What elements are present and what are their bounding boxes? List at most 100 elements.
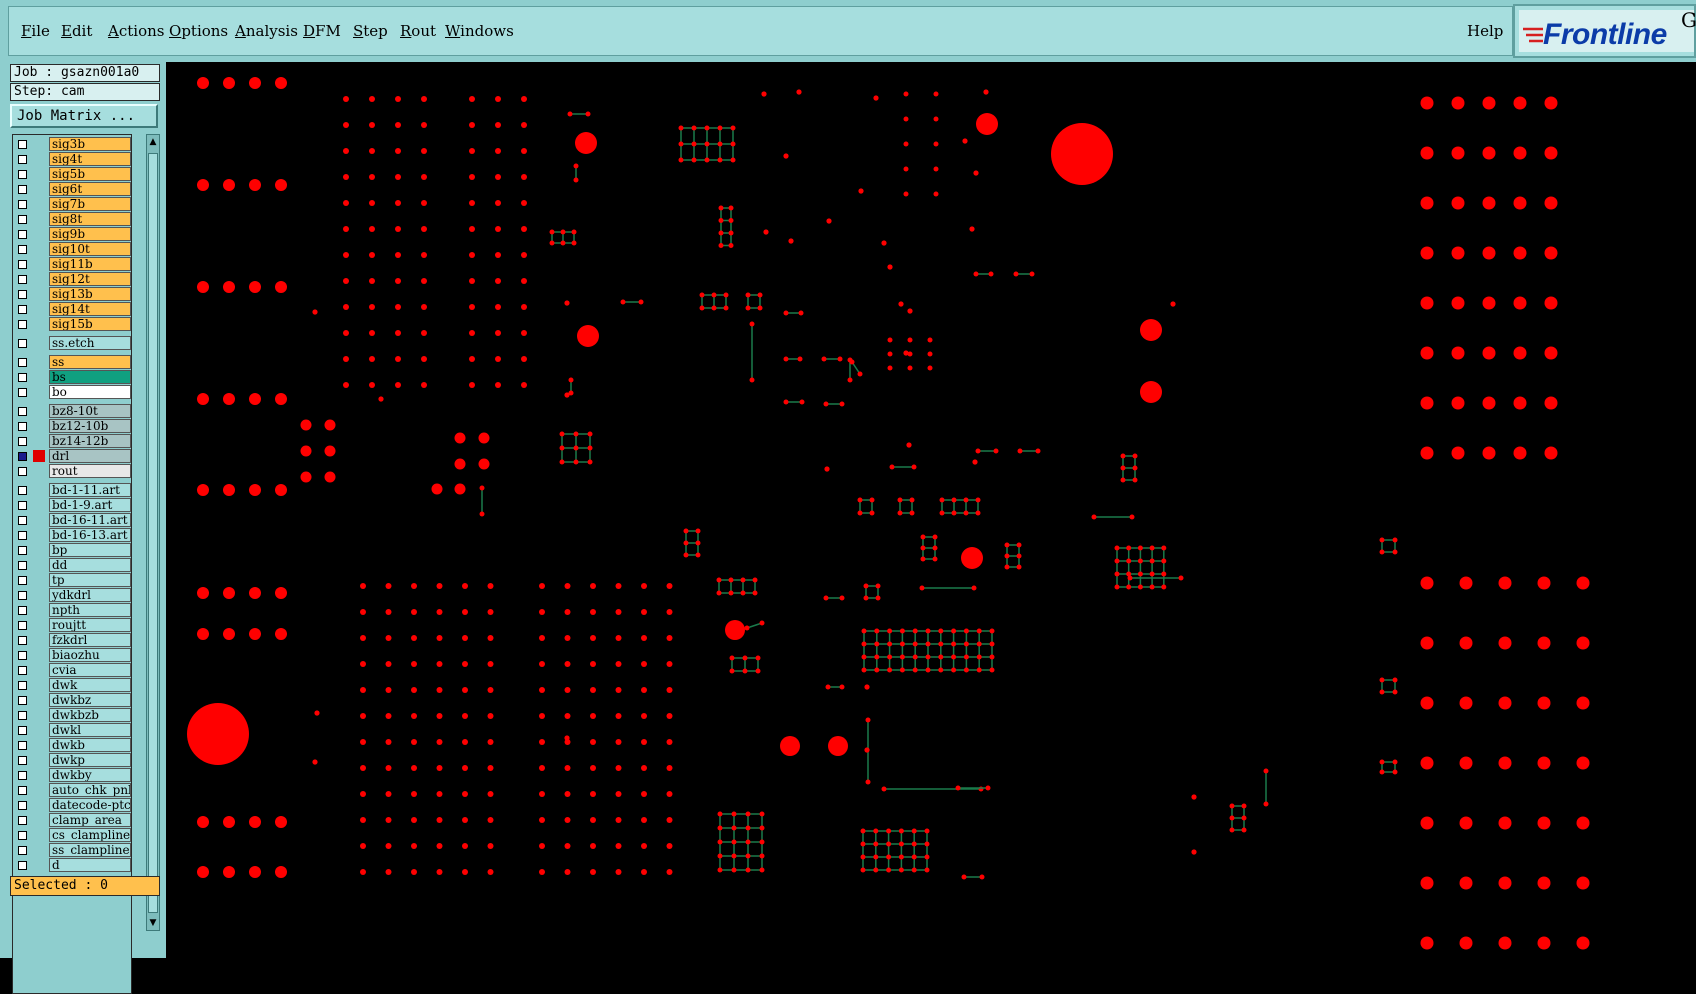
- layer-row[interactable]: sig7b: [15, 197, 131, 212]
- layer-checkbox[interactable]: [18, 561, 27, 570]
- layer-name[interactable]: sig15b: [49, 317, 131, 331]
- layer-name[interactable]: sig5b: [49, 167, 131, 181]
- layer-checkbox[interactable]: [18, 260, 27, 269]
- layer-row[interactable]: sig11b: [15, 257, 131, 272]
- layer-checkbox[interactable]: [18, 305, 27, 314]
- layer-checkbox[interactable]: [18, 771, 27, 780]
- layer-name[interactable]: bd-16-11.art: [49, 513, 131, 527]
- layer-checkbox[interactable]: [18, 531, 27, 540]
- layer-checkbox[interactable]: [18, 636, 27, 645]
- layer-row[interactable]: rout: [15, 464, 131, 479]
- layer-row[interactable]: ss.etch: [15, 336, 131, 351]
- layer-checkbox[interactable]: [18, 467, 27, 476]
- graphics-canvas[interactable]: [166, 62, 1696, 958]
- layer-row[interactable]: sig13b: [15, 287, 131, 302]
- layer-name[interactable]: dwk: [49, 678, 131, 692]
- layer-row[interactable]: sig5b: [15, 167, 131, 182]
- layer-checkbox[interactable]: [18, 200, 27, 209]
- layer-name[interactable]: ss: [49, 355, 131, 369]
- layer-row[interactable]: dwkbzb: [15, 708, 131, 723]
- layer-row[interactable]: cs_clampline: [15, 828, 131, 843]
- layer-name[interactable]: sig14t: [49, 302, 131, 316]
- layer-row[interactable]: dd: [15, 558, 131, 573]
- layer-row[interactable]: bd-1-9.art: [15, 498, 131, 513]
- layer-checkbox[interactable]: [18, 486, 27, 495]
- layer-row[interactable]: ss_clampline: [15, 843, 131, 858]
- layer-row[interactable]: auto_chk_pnl: [15, 783, 131, 798]
- layer-row[interactable]: fzkdrl: [15, 633, 131, 648]
- layer-name[interactable]: sig8t: [49, 212, 131, 226]
- layer-row[interactable]: biaozhu: [15, 648, 131, 663]
- layer-row[interactable]: clamp_area: [15, 813, 131, 828]
- layer-row[interactable]: datecode-ptc: [15, 798, 131, 813]
- menu-dfm[interactable]: DFM: [303, 22, 341, 40]
- layer-row[interactable]: sig14t: [15, 302, 131, 317]
- layer-row[interactable]: sig10t: [15, 242, 131, 257]
- layer-checkbox[interactable]: [18, 546, 27, 555]
- layer-row[interactable]: bo: [15, 385, 131, 400]
- menu-options[interactable]: Options: [169, 22, 228, 40]
- layer-checkbox[interactable]: [18, 861, 27, 870]
- layer-row[interactable]: bp: [15, 543, 131, 558]
- layer-name[interactable]: bd-16-13.art: [49, 528, 131, 542]
- layer-name[interactable]: bz12-10b: [49, 419, 131, 433]
- layer-checkbox[interactable]: [18, 290, 27, 299]
- layer-name[interactable]: dwkbzb: [49, 708, 131, 722]
- scroll-up-icon[interactable]: ▲: [148, 137, 158, 147]
- layer-checkbox[interactable]: [18, 846, 27, 855]
- menu-rout[interactable]: Rout: [400, 22, 436, 40]
- layer-checkbox[interactable]: [18, 320, 27, 329]
- layer-checkbox[interactable]: [18, 170, 27, 179]
- layer-row[interactable]: bd-16-11.art: [15, 513, 131, 528]
- scroll-down-icon[interactable]: ▼: [148, 918, 158, 928]
- layer-name[interactable]: tp: [49, 573, 131, 587]
- layer-name[interactable]: clamp_area: [49, 813, 131, 827]
- layer-checkbox[interactable]: [18, 741, 27, 750]
- layer-scrollbar[interactable]: ▲ ▼: [146, 134, 160, 931]
- layer-row[interactable]: dwkby: [15, 768, 131, 783]
- layer-name[interactable]: dwkb: [49, 738, 131, 752]
- layer-name[interactable]: sig7b: [49, 197, 131, 211]
- layer-checkbox[interactable]: [18, 339, 27, 348]
- layer-name[interactable]: bd-1-9.art: [49, 498, 131, 512]
- layer-row[interactable]: roujtt: [15, 618, 131, 633]
- layer-name[interactable]: dwkp: [49, 753, 131, 767]
- layer-checkbox[interactable]: [18, 185, 27, 194]
- menu-help[interactable]: Help: [1467, 22, 1503, 40]
- layer-checkbox[interactable]: [18, 696, 27, 705]
- layer-name[interactable]: bp: [49, 543, 131, 557]
- layer-name[interactable]: datecode-ptc: [49, 798, 131, 812]
- layer-checkbox[interactable]: [18, 576, 27, 585]
- layer-row[interactable]: dwkp: [15, 753, 131, 768]
- layer-checkbox[interactable]: [18, 373, 27, 382]
- layer-name[interactable]: cvia: [49, 663, 131, 677]
- layer-row[interactable]: d: [15, 858, 131, 873]
- layer-checkbox[interactable]: [18, 452, 27, 461]
- layer-checkbox[interactable]: [18, 358, 27, 367]
- layer-checkbox[interactable]: [18, 275, 27, 284]
- layer-checkbox[interactable]: [18, 501, 27, 510]
- layer-checkbox[interactable]: [18, 407, 27, 416]
- menu-edit[interactable]: Edit: [61, 22, 92, 40]
- layer-checkbox[interactable]: [18, 230, 27, 239]
- layer-row[interactable]: bz14-12b: [15, 434, 131, 449]
- layer-name[interactable]: ydkdrl: [49, 588, 131, 602]
- layer-checkbox[interactable]: [18, 831, 27, 840]
- layer-name[interactable]: npth: [49, 603, 131, 617]
- job-matrix-button[interactable]: Job Matrix ...: [10, 104, 158, 128]
- layer-checkbox[interactable]: [18, 786, 27, 795]
- layer-name[interactable]: roujtt: [49, 618, 131, 632]
- layer-row[interactable]: ydkdrl: [15, 588, 131, 603]
- layer-name[interactable]: bz14-12b: [49, 434, 131, 448]
- layer-name[interactable]: sig9b: [49, 227, 131, 241]
- scroll-thumb[interactable]: [148, 153, 158, 913]
- layer-checkbox[interactable]: [18, 801, 27, 810]
- layer-checkbox[interactable]: [18, 606, 27, 615]
- layer-name[interactable]: dwkby: [49, 768, 131, 782]
- layer-name[interactable]: sig4t: [49, 152, 131, 166]
- layer-name[interactable]: dd: [49, 558, 131, 572]
- layer-row[interactable]: dwkbz: [15, 693, 131, 708]
- layer-checkbox[interactable]: [18, 651, 27, 660]
- layer-row[interactable]: sig9b: [15, 227, 131, 242]
- layer-row[interactable]: dwk: [15, 678, 131, 693]
